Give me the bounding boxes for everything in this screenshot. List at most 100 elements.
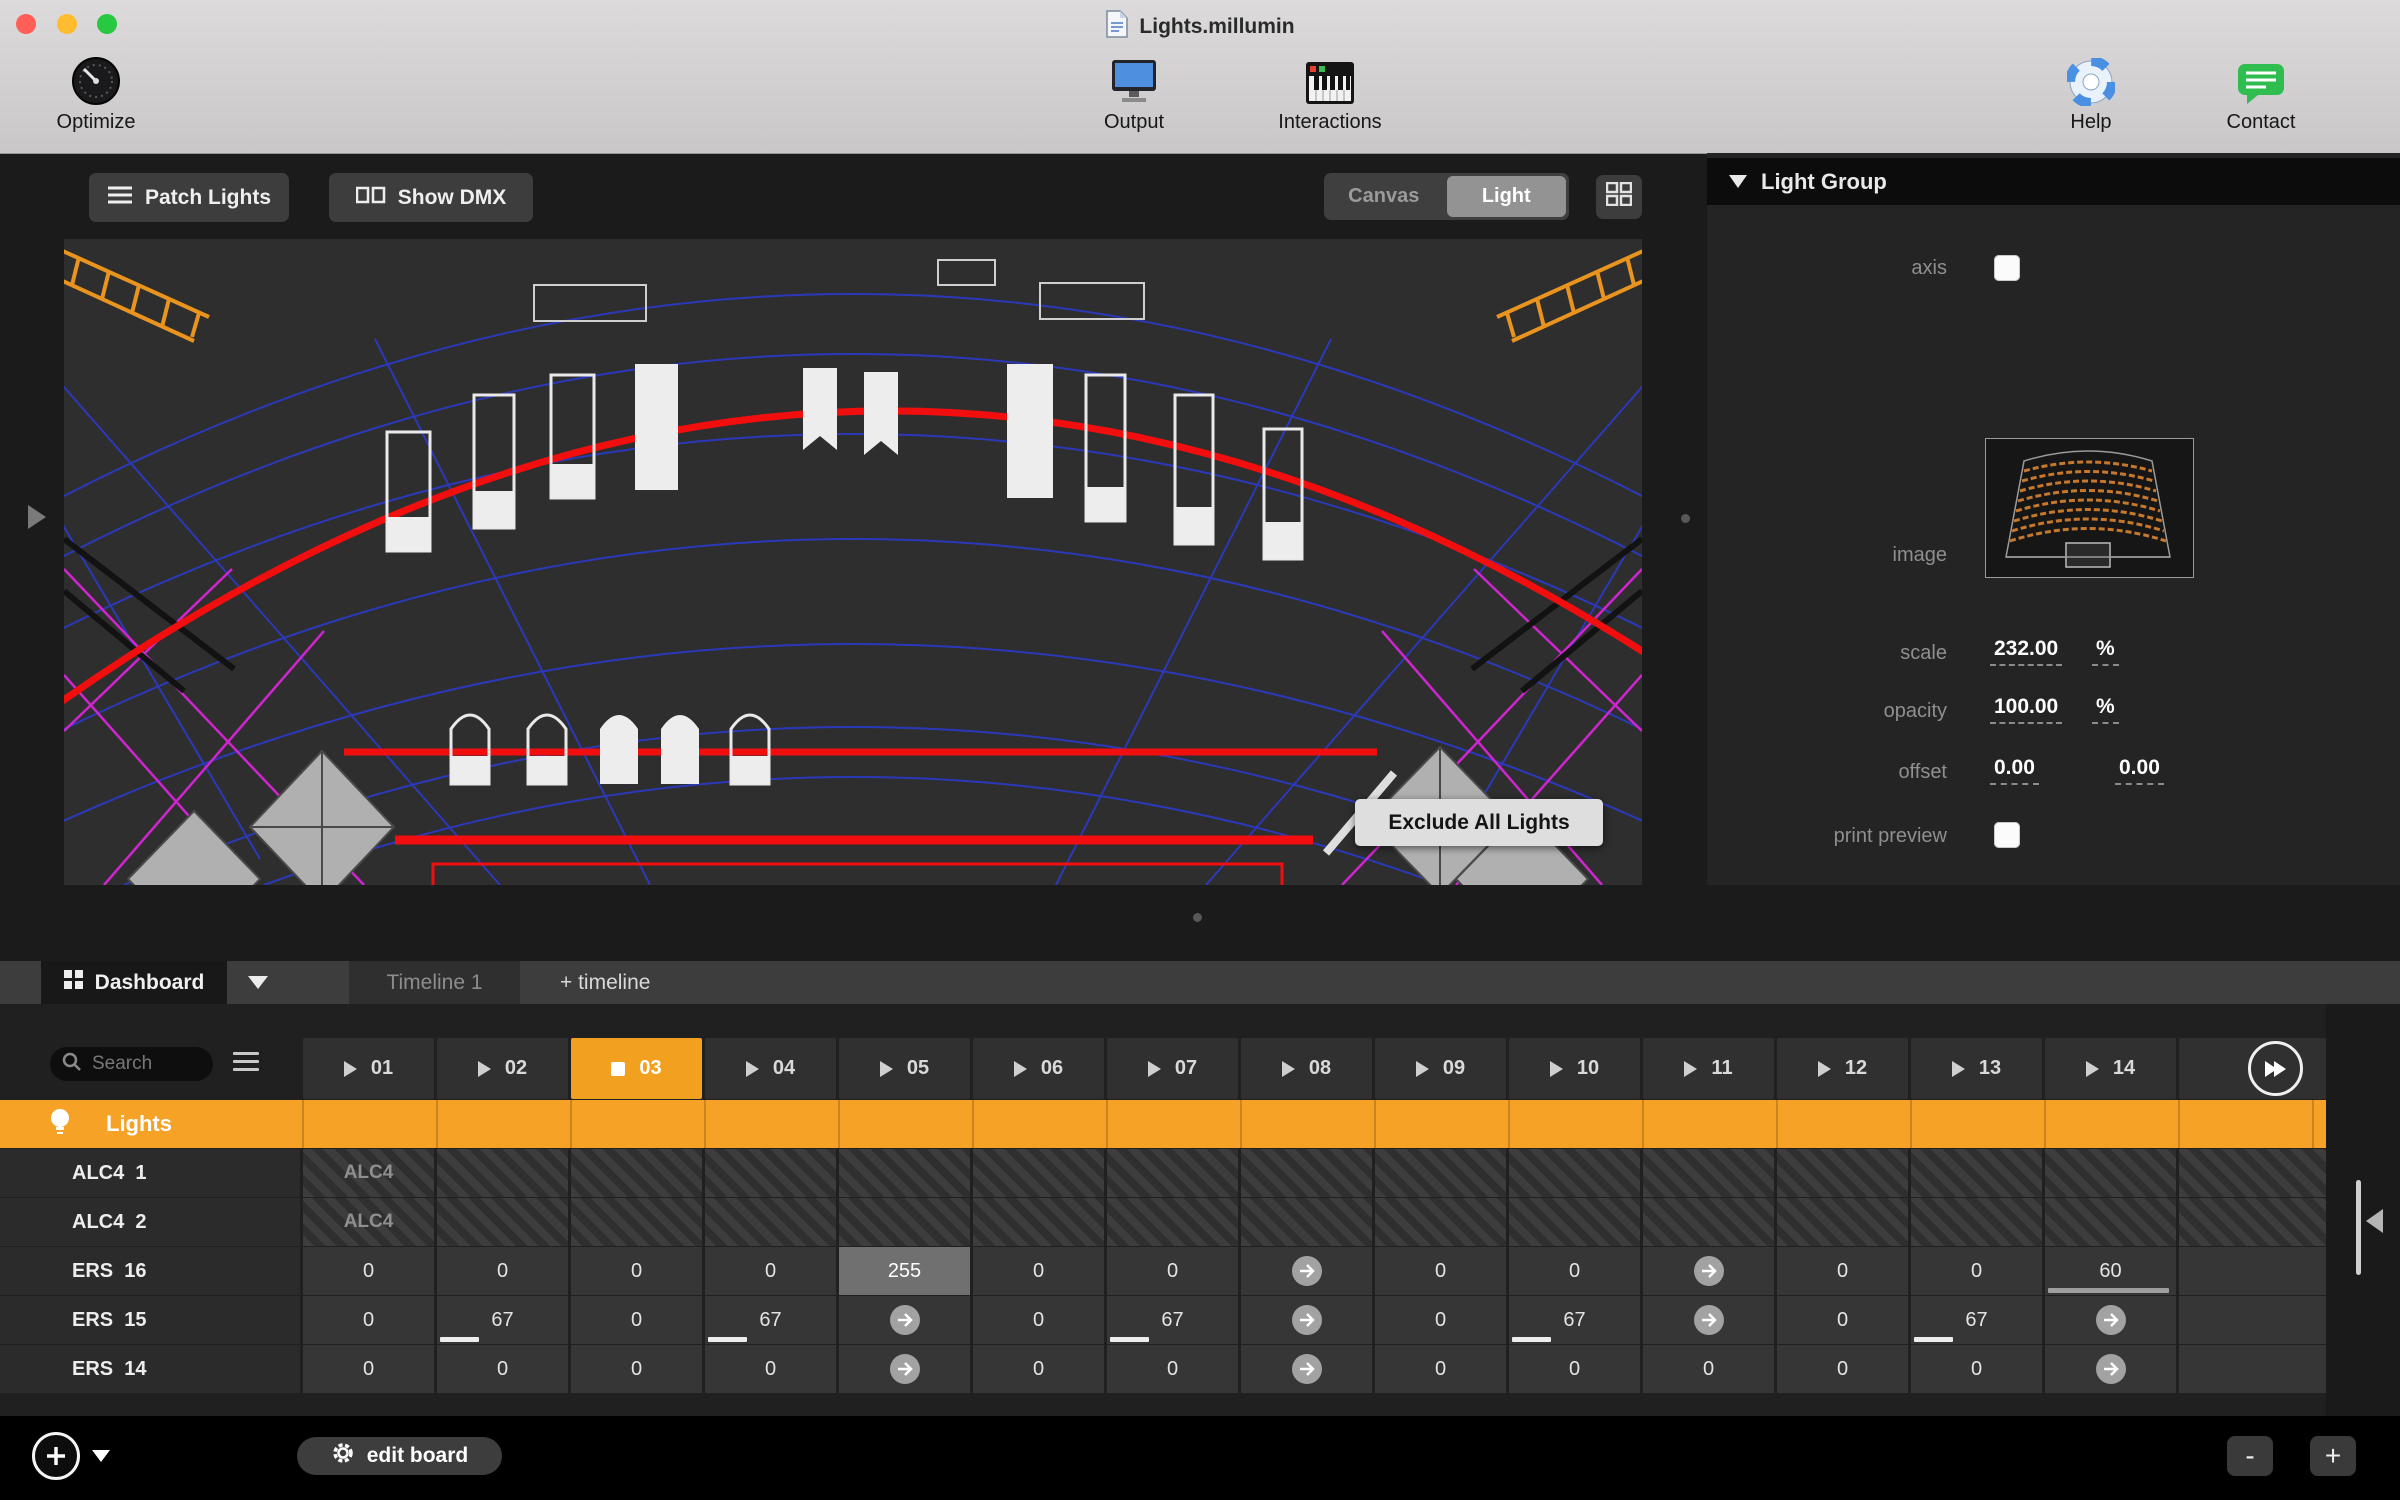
dashboard-cell[interactable] [1241, 1345, 1372, 1393]
column-header-04[interactable]: 04 [705, 1038, 836, 1099]
segment-light[interactable]: Light [1446, 176, 1566, 217]
column-header-11[interactable]: 11 [1643, 1038, 1774, 1099]
dashboard-cell-disabled[interactable] [1777, 1149, 1908, 1197]
segment-canvas[interactable]: Canvas [1324, 173, 1444, 220]
zoom-in-button[interactable]: + [2310, 1436, 2356, 1476]
dashboard-cell-disabled[interactable] [1911, 1149, 2042, 1197]
dashboard-cell[interactable]: 0 [1911, 1247, 2042, 1295]
interactions-button[interactable]: Interactions [1255, 52, 1405, 134]
dashboard-cell[interactable]: 0 [303, 1345, 434, 1393]
track-label[interactable]: ERS 14 [0, 1345, 300, 1393]
column-header-12[interactable]: 12 [1777, 1038, 1908, 1099]
print-preview-checkbox[interactable] [1994, 822, 2020, 848]
scale-unit[interactable]: % [2092, 637, 2119, 666]
dashboard-cell[interactable] [2045, 1345, 2176, 1393]
dashboard-cell[interactable]: 0 [1777, 1247, 1908, 1295]
bottom-page-dot[interactable] [1193, 913, 1202, 922]
column-header-07[interactable]: 07 [1107, 1038, 1238, 1099]
side-page-dot[interactable] [1681, 514, 1690, 523]
dashboard-cell[interactable]: 0 [1911, 1345, 2042, 1393]
dashboard-cell-disabled[interactable] [705, 1149, 836, 1197]
light-group-header[interactable]: Light Group [1707, 158, 2400, 205]
dashboard-cell[interactable]: 67 [1509, 1296, 1640, 1344]
dashboard-cell[interactable]: 0 [1375, 1296, 1506, 1344]
column-header-14[interactable]: 14 [2045, 1038, 2176, 1099]
tab-dashboard[interactable]: Dashboard [41, 961, 227, 1004]
vertical-scrollbar[interactable] [2356, 1180, 2361, 1275]
dashboard-cell[interactable]: 0 [973, 1296, 1104, 1344]
search-input[interactable] [90, 1052, 199, 1076]
dashboard-cell[interactable] [1643, 1247, 1774, 1295]
tab-timeline-1[interactable]: Timeline 1 [349, 961, 520, 1004]
dashboard-cell-disabled[interactable] [839, 1149, 970, 1197]
column-header-13[interactable]: 13 [1911, 1038, 2042, 1099]
dashboard-cell-disabled[interactable] [973, 1149, 1104, 1197]
dashboard-cell[interactable]: 60 [2045, 1247, 2176, 1295]
dashboard-cell-disabled[interactable] [1643, 1149, 1774, 1197]
dashboard-cell-disabled[interactable] [1643, 1198, 1774, 1246]
dashboard-cell[interactable]: 67 [705, 1296, 836, 1344]
dashboard-cell[interactable]: 0 [705, 1247, 836, 1295]
dashboard-cell-disabled[interactable] [571, 1149, 702, 1197]
dashboard-cell[interactable] [1643, 1296, 1774, 1344]
dashboard-cell-disabled[interactable] [1777, 1198, 1908, 1246]
dashboard-cell[interactable] [839, 1345, 970, 1393]
dashboard-cell[interactable]: 0 [705, 1345, 836, 1393]
dashboard-cell[interactable]: 0 [973, 1345, 1104, 1393]
dashboard-cell-disabled[interactable] [839, 1198, 970, 1246]
dashboard-cell-disabled[interactable]: ALC4 [303, 1149, 434, 1197]
dashboard-cell[interactable]: 0 [1643, 1345, 1774, 1393]
dashboard-cell[interactable]: 0 [303, 1247, 434, 1295]
dashboard-cell[interactable]: 0 [973, 1247, 1104, 1295]
panel-expand-arrow-icon[interactable] [28, 505, 46, 529]
dashboard-cell[interactable]: 0 [303, 1296, 434, 1344]
track-label[interactable]: ALC4 1 [0, 1149, 300, 1197]
dashboard-cell-disabled[interactable] [2179, 1149, 2326, 1197]
dashboard-cell[interactable] [1241, 1296, 1372, 1344]
column-header-09[interactable]: 09 [1375, 1038, 1506, 1099]
add-button[interactable] [32, 1432, 80, 1480]
column-header-03[interactable]: 03 [571, 1038, 702, 1099]
dashboard-cell[interactable]: 67 [1107, 1296, 1238, 1344]
dashboard-cell-disabled[interactable] [1509, 1198, 1640, 1246]
dashboard-cell-disabled[interactable] [1509, 1149, 1640, 1197]
lights-group-row[interactable]: Lights [0, 1100, 2326, 1148]
dashboard-cell[interactable]: 0 [1107, 1247, 1238, 1295]
column-header-01[interactable]: 01 [303, 1038, 434, 1099]
show-dmx-button[interactable]: Show DMX [329, 173, 533, 222]
dashboard-cell[interactable]: 0 [571, 1296, 702, 1344]
track-label[interactable]: ALC4 2 [0, 1198, 300, 1246]
dashboard-cell-disabled[interactable]: ALC4 [303, 1198, 434, 1246]
dashboard-cell-disabled[interactable] [1241, 1149, 1372, 1197]
image-thumbnail[interactable] [1985, 438, 2194, 578]
dashboard-cell[interactable]: 255 [839, 1247, 970, 1295]
contact-button[interactable]: Contact [2191, 52, 2331, 134]
workspace-grid-button[interactable] [1596, 175, 1642, 219]
dashboard-cell[interactable] [2179, 1345, 2326, 1393]
dashboard-cell[interactable] [839, 1296, 970, 1344]
dashboard-cell-disabled[interactable] [437, 1198, 568, 1246]
exclude-all-lights-button[interactable]: Exclude All Lights [1355, 799, 1603, 846]
opacity-unit[interactable]: % [2092, 695, 2119, 724]
stage-canvas[interactable]: Exclude All Lights [64, 239, 1642, 885]
board-options-icon[interactable] [233, 1052, 259, 1071]
zoom-out-button[interactable]: - [2227, 1436, 2273, 1476]
patch-lights-button[interactable]: Patch Lights [89, 173, 289, 222]
dashboard-cell[interactable]: 0 [1509, 1345, 1640, 1393]
dashboard-cell[interactable] [1241, 1247, 1372, 1295]
dashboard-cell[interactable]: 67 [437, 1296, 568, 1344]
dashboard-cell-disabled[interactable] [1375, 1198, 1506, 1246]
dashboard-cell-disabled[interactable] [973, 1198, 1104, 1246]
edit-board-button[interactable]: edit board [297, 1437, 502, 1475]
dashboard-cell-disabled[interactable] [2045, 1149, 2176, 1197]
dashboard-cell[interactable]: 0 [571, 1247, 702, 1295]
dashboard-cell[interactable]: 0 [1509, 1247, 1640, 1295]
dashboard-cell[interactable]: 0 [1777, 1345, 1908, 1393]
dashboard-cell[interactable]: 67 [1911, 1296, 2042, 1344]
dashboard-cell-disabled[interactable] [1107, 1198, 1238, 1246]
dashboard-cell[interactable] [2179, 1247, 2326, 1295]
optimize-button[interactable]: Optimize [26, 52, 166, 134]
add-timeline-button[interactable]: + timeline [560, 961, 650, 1004]
dashboard-cell[interactable]: 0 [1375, 1247, 1506, 1295]
dashboard-cell-disabled[interactable] [705, 1198, 836, 1246]
